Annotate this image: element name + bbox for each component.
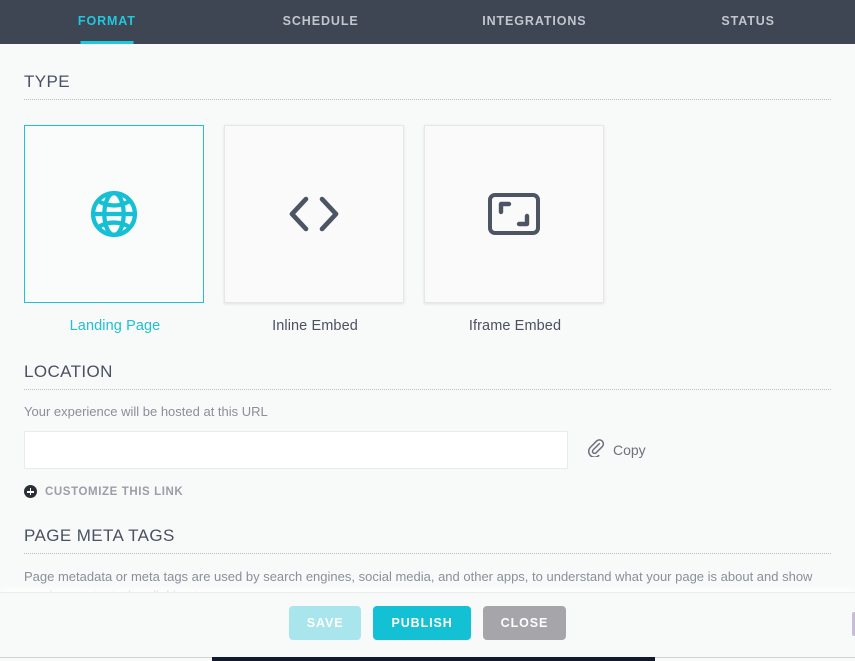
plus-circle-icon (24, 485, 37, 498)
format-content-scroll[interactable]: TYPE Landing Page Inline Embed Iframe Em… (0, 44, 855, 597)
location-help-text: Your experience will be hosted at this U… (24, 404, 268, 419)
copy-link-button[interactable]: Copy (586, 438, 646, 462)
experience-format-panel: FORMAT SCHEDULE INTEGRATIONS STATUS TYPE (0, 0, 855, 661)
globe-icon (87, 187, 141, 241)
type-card-iframe-embed-tile[interactable] (424, 125, 604, 303)
tab-integrations[interactable]: INTEGRATIONS (428, 0, 642, 44)
type-card-inline-embed-label: Inline Embed (272, 318, 358, 334)
type-option-cards: Landing Page Inline Embed Iframe Embed (24, 125, 831, 334)
type-card-inline-embed-tile[interactable] (224, 125, 404, 303)
type-card-iframe-embed-label: Iframe Embed (468, 318, 562, 334)
publish-button[interactable]: PUBLISH (373, 606, 471, 640)
bottom-navy-bar (212, 657, 655, 661)
location-section-heading: LOCATION (24, 362, 831, 390)
customize-link-button[interactable]: CUSTOMIZE THIS LINK (24, 485, 831, 498)
code-brackets-icon (286, 191, 342, 237)
action-bar: SAVE PUBLISH CLOSE (0, 592, 855, 653)
link-paperclip-icon (586, 438, 605, 462)
tab-bar: FORMAT SCHEDULE INTEGRATIONS STATUS (0, 0, 855, 44)
tab-status[interactable]: STATUS (641, 0, 855, 44)
type-card-landing-page-label: Landing Page (69, 318, 161, 334)
type-section-heading: TYPE (24, 72, 831, 100)
copy-link-label: Copy (613, 442, 646, 458)
location-url-input[interactable] (24, 431, 568, 469)
tab-format-label: FORMAT (77, 13, 136, 28)
customize-link-label: CUSTOMIZE THIS LINK (45, 485, 184, 498)
location-url-row: Copy (24, 431, 831, 469)
type-card-landing-page-tile[interactable] (24, 125, 204, 303)
tab-schedule-label: SCHEDULE (282, 13, 359, 28)
close-button[interactable]: CLOSE (482, 606, 567, 640)
type-card-iframe-embed[interactable]: Iframe Embed (424, 125, 606, 334)
tab-schedule[interactable]: SCHEDULE (214, 0, 428, 44)
type-card-landing-page[interactable]: Landing Page (24, 125, 206, 334)
bottom-strip (0, 653, 855, 661)
frame-icon (487, 192, 541, 236)
tab-integrations-label: INTEGRATIONS (482, 13, 587, 28)
tab-status-label: STATUS (721, 13, 775, 28)
type-card-inline-embed[interactable]: Inline Embed (224, 125, 406, 334)
tab-format[interactable]: FORMAT (0, 0, 214, 44)
meta-section-heading: PAGE META TAGS (24, 526, 831, 554)
save-button[interactable]: SAVE (288, 606, 362, 640)
